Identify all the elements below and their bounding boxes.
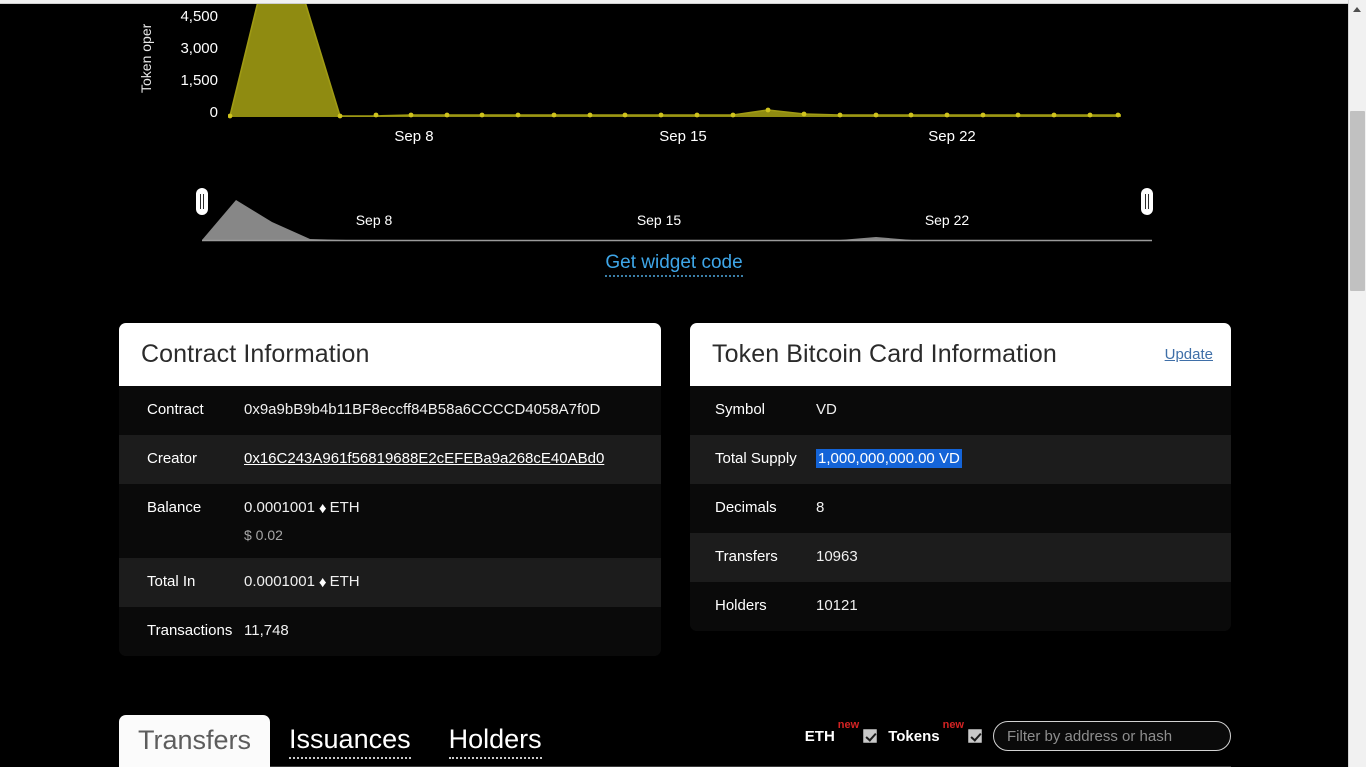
tokens-new-badge: new — [942, 718, 964, 731]
right-brush-handle[interactable] — [1141, 188, 1153, 215]
tokens-filter-group: Tokens new — [888, 719, 982, 745]
scroll-up-arrow-icon[interactable] — [1349, 0, 1366, 18]
row-label-contract: Contract — [147, 401, 204, 418]
filter-controls: ETH new Tokens new — [804, 719, 1231, 752]
ethereum-diamond-icon: ♦ — [318, 500, 327, 517]
row-label-total-supply: Total Supply — [715, 450, 797, 467]
table-row: Total In 0.0001001 ♦ ETH — [119, 558, 661, 607]
scrollbar-thumb[interactable] — [1350, 111, 1365, 291]
ethereum-diamond-icon: ♦ — [318, 574, 327, 591]
token-card-rows: Symbol VD Total Supply 1,000,000,000.00 … — [690, 386, 1231, 631]
total-in-unit: ETH — [329, 573, 360, 590]
row-value-creator: 0x16C243A961f56819688E2cEFEBa9a268cE40AB… — [244, 449, 661, 469]
eth-filter-label: ETH — [804, 727, 835, 745]
vertical-scrollbar[interactable] — [1348, 0, 1366, 767]
table-row: Contract 0x9a9bB9b4b11BF8eccff84B58a6CCC… — [119, 386, 661, 435]
token-card-title: Token Bitcoin Card Information — [712, 340, 1057, 368]
tab-issuances[interactable]: Issuances — [270, 714, 430, 767]
total-in-amount: 0.0001001 — [244, 573, 315, 590]
row-label-symbol: Symbol — [715, 401, 766, 418]
x-tick-sep22: Sep 22 — [928, 128, 976, 145]
row-value-transfers: 10963 — [816, 548, 858, 565]
tokens-filter-label: Tokens — [888, 727, 940, 745]
table-row: Decimals 8 — [690, 484, 1231, 533]
x-tick-sep8: Sep 8 — [394, 128, 434, 145]
x-tick-sep15: Sep 15 — [659, 128, 707, 145]
y-tick-3000: 3,000 — [180, 40, 218, 57]
contract-information-card: Contract Information Contract 0x9a9bB9b4… — [119, 323, 661, 656]
chart-y-axis-label: Token oper — [138, 23, 154, 93]
row-label-total-in: Total In — [147, 573, 196, 590]
tab-transfers[interactable]: Transfers — [119, 715, 271, 767]
balance-usd-value: $ 0.02 — [244, 527, 283, 543]
row-label-creator: Creator — [147, 450, 198, 467]
tab-transfers-label: Transfers — [138, 725, 252, 755]
eth-filter-checkbox[interactable] — [863, 729, 878, 743]
get-widget-code-link[interactable]: Get widget code — [605, 252, 743, 277]
row-value-symbol: VD — [816, 401, 837, 418]
row-label-balance: Balance — [147, 499, 202, 516]
contract-card-header: Contract Information — [119, 323, 661, 386]
bottom-tabbar: Transfers Issuances Holders ETH new Toke… — [119, 706, 1231, 767]
eth-new-badge: new — [837, 718, 860, 731]
overview-tick-sep8: Sep 8 — [355, 212, 393, 228]
row-value-holders: 10121 — [816, 597, 858, 614]
row-value-total-supply: 1,000,000,000.00 VD — [816, 449, 1231, 469]
row-label-holders: Holders — [715, 597, 767, 614]
update-link[interactable]: Update — [1165, 346, 1213, 363]
y-tick-0: 0 — [209, 104, 218, 121]
tab-issuances-label: Issuances — [289, 724, 411, 759]
chart-plot-area — [228, 4, 1123, 119]
row-label-transactions: Transactions — [147, 622, 233, 639]
filter-search-input[interactable] — [993, 721, 1231, 751]
row-value-transactions: 11,748 — [244, 622, 289, 639]
table-row: Transactions 11,748 — [119, 607, 661, 656]
row-value-total-in: 0.0001001 ♦ ETH — [244, 572, 661, 592]
eth-filter-group: ETH new — [804, 719, 878, 745]
tab-holders[interactable]: Holders — [430, 714, 561, 767]
contract-card-title: Contract Information — [141, 340, 370, 368]
creator-address-link[interactable]: 0x16C243A961f56819688E2cEFEBa9a268cE40AB… — [244, 450, 604, 467]
table-row: Symbol VD — [690, 386, 1231, 435]
widget-link-row: Get widget code — [0, 252, 1348, 277]
tokens-filter-checkbox[interactable] — [968, 729, 982, 743]
balance-unit: ETH — [329, 499, 360, 516]
row-value-contract: 0x9a9bB9b4b11BF8eccff84B58a6CCCCD4058A7f… — [244, 401, 601, 418]
balance-amount: 0.0001001 — [244, 499, 315, 516]
table-row: Creator 0x16C243A961f56819688E2cEFEBa9a2… — [119, 435, 661, 484]
y-tick-1500: 1,500 — [180, 72, 218, 89]
chart-range-overview[interactable]: Sep 8 Sep 15 Sep 22 — [196, 182, 1155, 244]
overview-tick-sep22: Sep 22 — [924, 212, 970, 228]
chart-x-axis-ticks: Sep 8 Sep 15 Sep 22 — [228, 128, 1123, 152]
tab-list: Transfers Issuances Holders — [119, 706, 561, 767]
tab-holders-label: Holders — [448, 724, 542, 759]
total-supply-selected-text: 1,000,000,000.00 VD — [816, 449, 962, 468]
page-root: Token oper 4,500 3,000 1,500 0 Sep 8 Sep… — [0, 0, 1366, 767]
table-row: Balance 0.0001001 ♦ ETH $ 0.02 — [119, 484, 661, 558]
table-row: Transfers 10963 — [690, 533, 1231, 582]
left-brush-handle[interactable] — [196, 188, 208, 215]
token-card-header: Token Bitcoin Card Information Update — [690, 323, 1231, 386]
table-row: Holders 10121 — [690, 582, 1231, 631]
chart-y-axis-ticks: 4,500 3,000 1,500 0 — [160, 4, 218, 124]
table-row: Total Supply 1,000,000,000.00 VD — [690, 435, 1231, 484]
page-content: Token oper 4,500 3,000 1,500 0 Sep 8 Sep… — [0, 4, 1348, 767]
row-value-balance: 0.0001001 ♦ ETH $ 0.02 — [244, 498, 661, 545]
contract-card-rows: Contract 0x9a9bB9b4b11BF8eccff84B58a6CCC… — [119, 386, 661, 656]
token-information-card: Token Bitcoin Card Information Update Sy… — [690, 323, 1231, 631]
chart-series-svg — [228, 4, 1121, 119]
overview-tick-sep15: Sep 15 — [636, 212, 682, 228]
row-value-decimals: 8 — [816, 499, 825, 516]
row-label-decimals: Decimals — [715, 499, 777, 516]
row-label-transfers: Transfers — [715, 548, 778, 565]
y-tick-4500: 4,500 — [180, 8, 218, 25]
